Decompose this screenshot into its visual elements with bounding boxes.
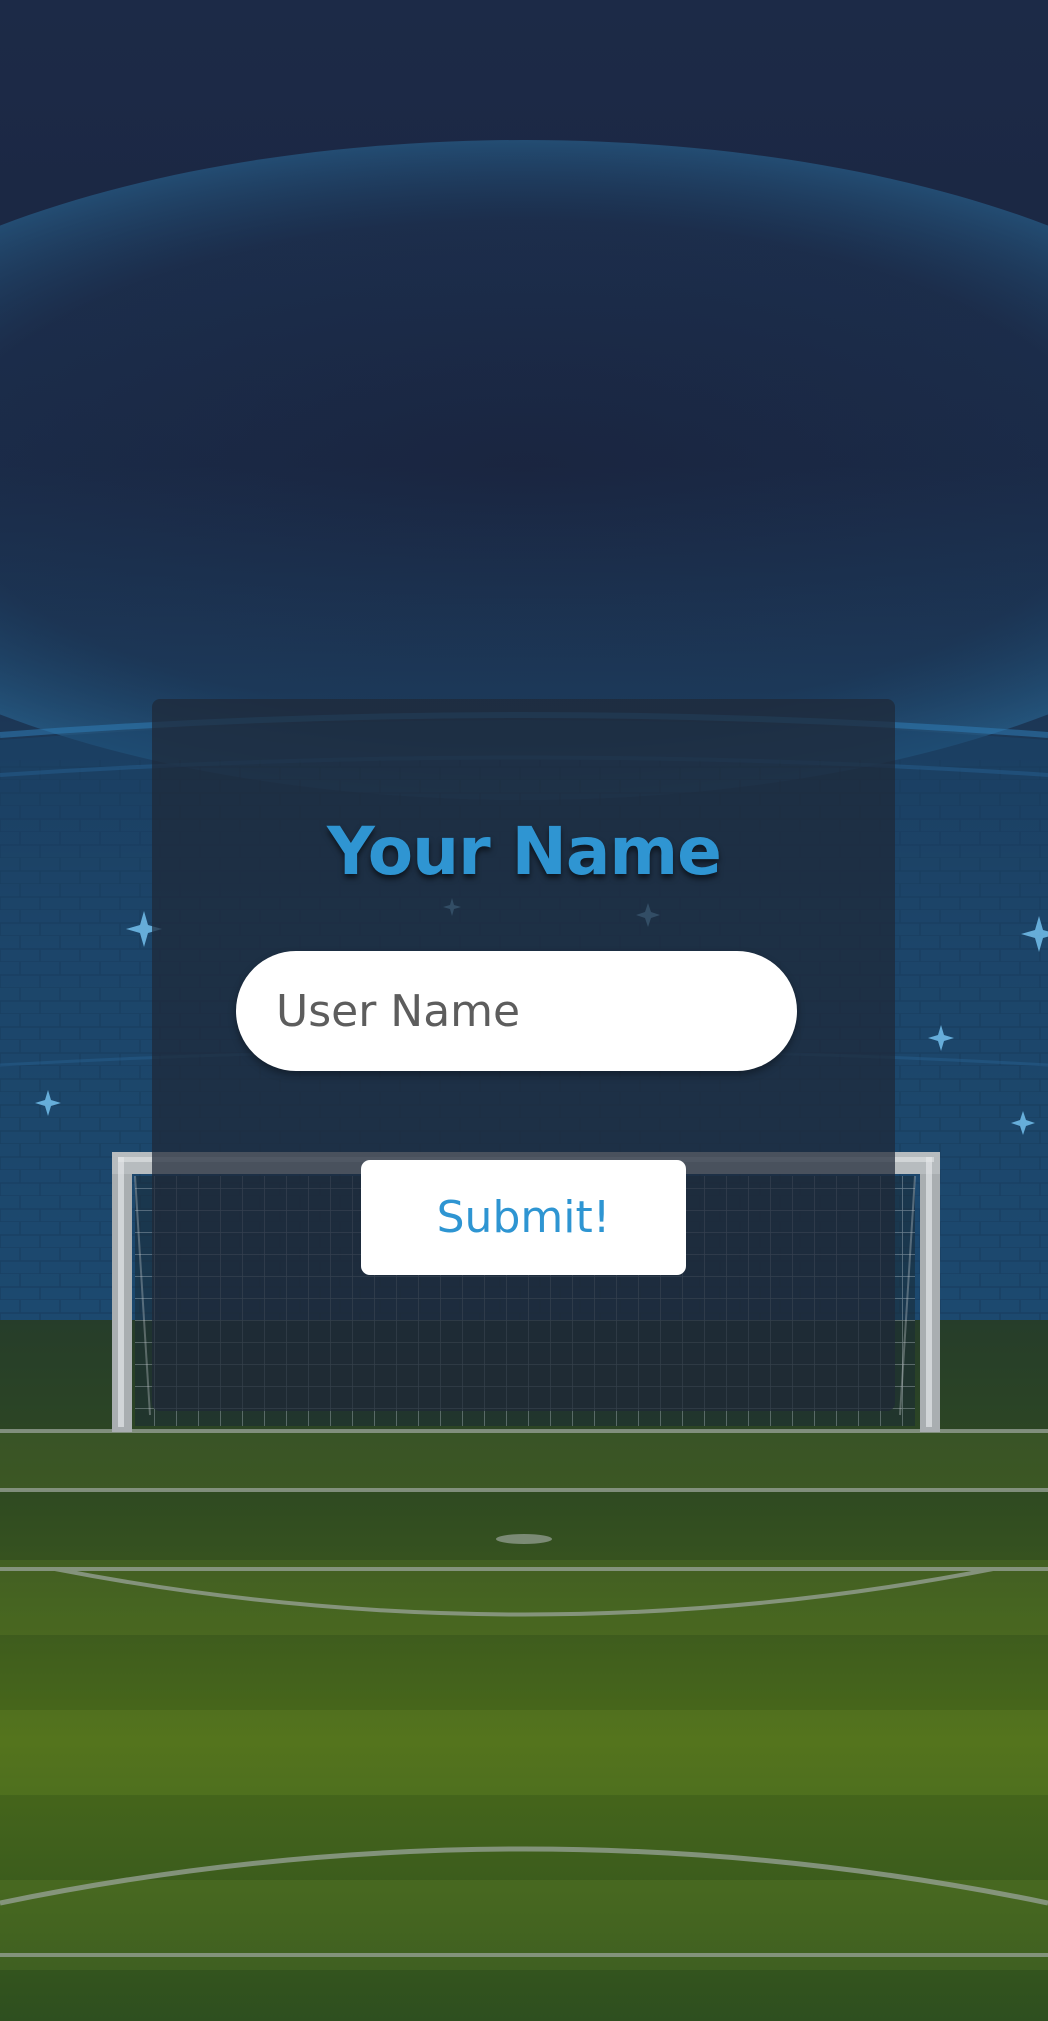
game-screen: Your Name Submit!: [0, 0, 1048, 2021]
submit-button[interactable]: Submit!: [361, 1160, 686, 1275]
username-input[interactable]: [236, 951, 797, 1071]
panel-title: Your Name: [327, 813, 722, 890]
